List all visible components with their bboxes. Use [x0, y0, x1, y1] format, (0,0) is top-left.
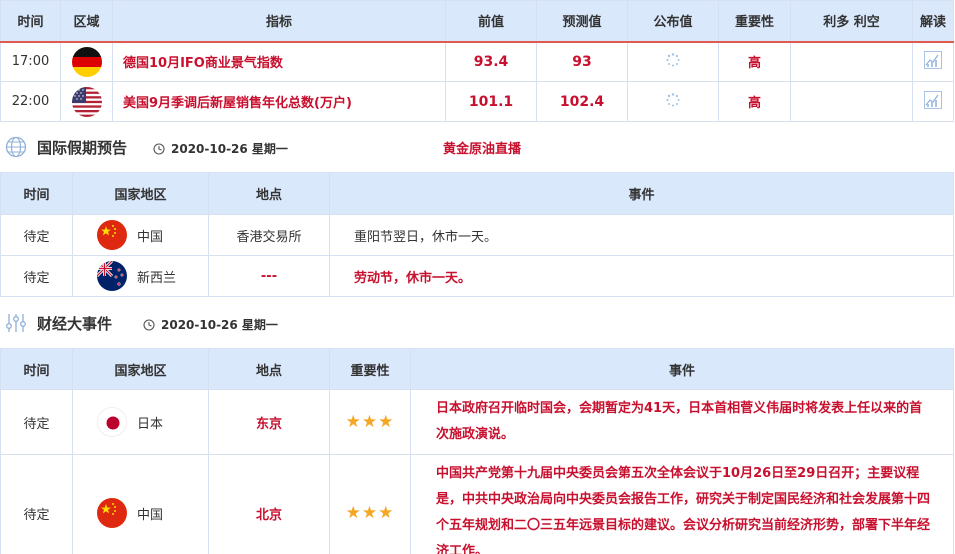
row-time: 待定	[0, 214, 73, 256]
row-event: 日本政府召开临时国会，会期暂定为41天，日本首相菅义伟届时将发表上任以来的首次施…	[410, 389, 954, 455]
importance-stars: ★★★	[329, 389, 411, 455]
row-event: 中国共产党第十九届中央委员会第五次全体会议于10月26日至29日召开；主要议程是…	[410, 454, 954, 554]
japan-flag-icon	[97, 407, 127, 437]
china-flag-icon	[97, 220, 127, 250]
row-forecast: 102.4	[536, 81, 628, 122]
chart-icon[interactable]	[923, 50, 943, 70]
col-importance: 重要性	[329, 348, 411, 390]
table-row: 待定 中国 香港交易所 重阳节翌日，休市一天。	[0, 214, 954, 256]
section-date: 2020-10-26 星期一	[143, 316, 278, 333]
col-time: 时间	[0, 172, 73, 215]
table-row: 22:00 美国9月季调后新屋销售年化总数(万户) 101.1 102.4 高	[0, 81, 954, 122]
row-importance: 高	[718, 41, 791, 82]
col-place: 地点	[208, 172, 330, 215]
chart-icon[interactable]	[923, 90, 943, 110]
col-region: 区域	[60, 0, 113, 43]
col-time: 时间	[0, 348, 73, 390]
holiday-header-row: 时间 国家地区 地点 事件	[0, 172, 954, 215]
row-impact	[790, 41, 913, 82]
row-impact	[790, 81, 913, 122]
row-event: 劳动节，休市一天。	[329, 255, 954, 297]
row-place: 东京	[208, 389, 330, 455]
section-date: 2020-10-26 星期一	[153, 140, 288, 157]
row-country: 中国	[72, 454, 209, 554]
row-time: 待定	[0, 454, 73, 554]
events-header-row: 时间 国家地区 地点 重要性 事件	[0, 348, 954, 390]
row-previous: 93.4	[445, 41, 537, 82]
china-flag-icon	[97, 498, 127, 528]
econ-header-row: 时间 区域 指标 前值 预测值 公布值 重要性 利多 利空 解读	[0, 0, 954, 43]
gold-oil-live-link[interactable]: 黄金原油直播	[443, 138, 521, 157]
new-zealand-flag-icon	[97, 261, 127, 291]
usa-flag-icon	[71, 86, 102, 117]
row-importance: 高	[718, 81, 791, 122]
row-country: 日本	[72, 389, 209, 455]
country-name: 日本	[137, 416, 164, 432]
holiday-table: 时间 国家地区 地点 事件 待定 中国 香港交易所 重阳节翌日，休市一天。 待定…	[0, 172, 954, 297]
sliders-icon	[5, 312, 27, 334]
col-forecast: 预测值	[536, 0, 628, 43]
row-country: 中国	[72, 214, 209, 256]
country-name: 中国	[137, 507, 164, 523]
row-forecast: 93	[536, 41, 628, 82]
row-place: 北京	[208, 454, 330, 554]
col-place: 地点	[208, 348, 330, 390]
row-read[interactable]	[912, 41, 954, 82]
loading-spinner-icon	[666, 92, 680, 107]
col-importance: 重要性	[718, 0, 791, 43]
col-indicator: 指标	[112, 0, 446, 43]
row-place: 香港交易所	[208, 214, 330, 256]
row-time: 待定	[0, 255, 73, 297]
row-time: 22:00	[0, 81, 61, 122]
col-event: 事件	[410, 348, 954, 390]
section-date-text: 2020-10-26 星期一	[161, 318, 278, 332]
importance-stars: ★★★	[329, 454, 411, 554]
col-previous: 前值	[445, 0, 537, 43]
country-name: 中国	[137, 229, 164, 245]
col-read: 解读	[912, 0, 954, 43]
table-row: 待定 新西兰 --- 劳动节，休市一天。	[0, 255, 954, 297]
clock-icon	[143, 319, 155, 331]
indicator-link[interactable]: 德国10月IFO商业景气指数	[112, 41, 446, 82]
germany-flag-icon	[71, 46, 102, 77]
row-country: 新西兰	[72, 255, 209, 297]
row-actual	[627, 41, 719, 82]
row-place: ---	[208, 255, 330, 297]
table-row: 17:00 德国10月IFO商业景气指数 93.4 93 高	[0, 41, 954, 82]
indicator-link[interactable]: 美国9月季调后新屋销售年化总数(万户)	[112, 81, 446, 122]
section-title: 财经大事件	[37, 315, 113, 333]
col-time: 时间	[0, 0, 61, 43]
globe-icon	[5, 136, 27, 158]
col-impact: 利多 利空	[790, 0, 913, 43]
col-country: 国家地区	[72, 172, 209, 215]
loading-spinner-icon	[666, 53, 680, 67]
col-event: 事件	[329, 172, 954, 215]
row-read[interactable]	[912, 81, 954, 122]
row-time: 待定	[0, 389, 73, 455]
row-previous: 101.1	[445, 81, 537, 122]
holiday-section-header: 国际假期预告 2020-10-26 星期一 黄金原油直播	[0, 132, 953, 162]
row-actual	[627, 81, 719, 122]
economic-calendar-table: 时间 区域 指标 前值 预测值 公布值 重要性 利多 利空 解读 17:00 德…	[0, 0, 954, 122]
row-event: 重阳节翌日，休市一天。	[329, 214, 954, 256]
section-date-text: 2020-10-26 星期一	[171, 142, 288, 156]
country-name: 新西兰	[137, 270, 177, 286]
row-region	[60, 41, 113, 82]
events-section-header: 财经大事件 2020-10-26 星期一	[0, 308, 953, 338]
section-title: 国际假期预告	[37, 139, 128, 157]
table-row: 待定 日本 东京 ★★★ 日本政府召开临时国会，会期暂定为41天，日本首相菅义伟…	[0, 389, 954, 455]
col-actual: 公布值	[627, 0, 719, 43]
financial-events-table: 时间 国家地区 地点 重要性 事件 待定 日本 东京 ★★★ 日本政府召开临时国…	[0, 348, 954, 554]
row-time: 17:00	[0, 41, 61, 82]
row-region	[60, 81, 113, 122]
clock-icon	[153, 143, 165, 155]
table-row: 待定 中国 北京 ★★★ 中国共产党第十九届中央委员会第五次全体会议于10月26…	[0, 454, 954, 554]
col-country: 国家地区	[72, 348, 209, 390]
